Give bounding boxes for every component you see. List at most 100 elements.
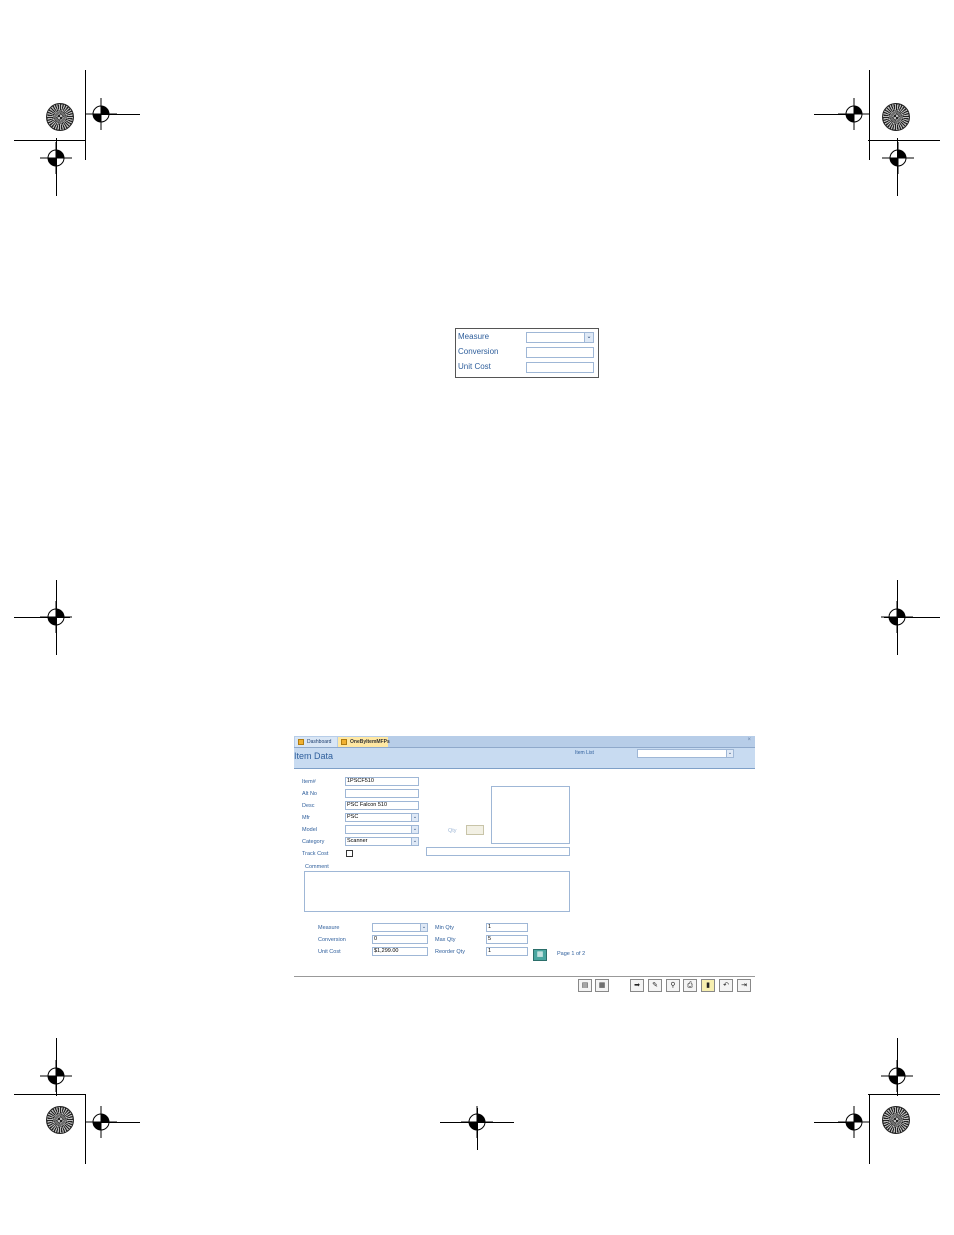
tab-label: Dashboard [307, 739, 332, 745]
item-list-dropdown[interactable]: ⌄ [637, 749, 734, 758]
toolbar-divider [294, 976, 755, 977]
qty-label: Qty [448, 828, 457, 834]
qty-field[interactable] [466, 825, 484, 835]
new-record-icon: ▤ [581, 982, 589, 989]
crop-mark [14, 140, 86, 141]
measure-callout-panel: Measure ⌄ Conversion Unit Cost [455, 328, 599, 378]
desc-label: Desc [302, 803, 315, 809]
starburst-mark-icon [46, 1106, 74, 1134]
exit-icon: ⇥ [741, 982, 747, 989]
mfr-label: Mfr [302, 815, 310, 821]
chevron-down-icon[interactable]: ⌄ [411, 826, 418, 833]
item-image-frame [491, 786, 570, 844]
chevron-down-icon[interactable]: ⌄ [411, 814, 418, 821]
registration-target-icon [881, 601, 913, 633]
delete-button[interactable]: ▮ [701, 979, 715, 992]
alt-no-label: Alt No [302, 791, 317, 797]
registration-target-icon [40, 1060, 72, 1092]
track-cost-label: Track Cost [302, 851, 329, 857]
close-icon[interactable]: × [747, 737, 751, 743]
tab-label: OneByItemMFPs [350, 739, 390, 745]
chevron-down-icon[interactable]: ⌄ [726, 750, 733, 757]
desc-field[interactable]: PSC Falcon 510 [345, 801, 419, 810]
unit-cost-field[interactable]: $1,299.00 [372, 947, 428, 956]
registration-target-icon [881, 1060, 913, 1092]
crop-mark [868, 140, 940, 141]
category-dropdown[interactable]: Scanner ⌄ [345, 837, 419, 846]
chevron-down-icon[interactable]: ⌄ [411, 838, 418, 845]
form-icon [341, 739, 347, 745]
mfr-dropdown[interactable]: PSC ⌄ [345, 813, 419, 822]
starburst-mark-icon [46, 103, 74, 131]
item-list-label: Item List [575, 750, 594, 756]
mfr-value: PSC [347, 814, 359, 820]
comment-textarea[interactable] [304, 871, 570, 912]
callout-conversion-field[interactable] [526, 347, 594, 358]
callout-unit-cost-field[interactable] [526, 362, 594, 373]
conversion-label: Conversion [318, 937, 346, 943]
alt-no-field[interactable] [345, 789, 419, 798]
callout-measure-label: Measure [458, 332, 490, 341]
registration-target-icon [882, 142, 914, 174]
crop-mark [100, 114, 140, 115]
search-icon: ⚲ [670, 982, 676, 989]
next-record-icon: ➡ [634, 982, 640, 989]
form-icon [298, 739, 304, 745]
form-header: Item Data Item List ⌄ [294, 748, 755, 769]
conversion-field[interactable]: 0 [372, 935, 428, 944]
crop-mark [14, 1094, 86, 1095]
crop-mark [100, 1122, 140, 1123]
chevron-down-icon[interactable]: ⌄ [584, 333, 593, 342]
calendar-button[interactable]: ▦ [595, 979, 609, 992]
model-dropdown[interactable]: ⌄ [345, 825, 419, 834]
reorder-qty-field[interactable]: 1 [486, 947, 528, 956]
print-icon: ⎙ [687, 982, 693, 989]
page-title: Item Data [294, 751, 334, 761]
callout-measure-dropdown[interactable]: ⌄ [526, 332, 594, 343]
registration-target-icon [461, 1106, 493, 1138]
track-cost-note-field[interactable] [426, 847, 570, 856]
model-label: Model [302, 827, 317, 833]
comment-label: Comment [305, 864, 329, 870]
track-cost-checkbox[interactable] [346, 850, 353, 857]
category-value: Scanner [347, 838, 368, 844]
registration-target-icon [40, 601, 72, 633]
measure-label: Measure [318, 925, 340, 931]
calendar-icon: ▦ [598, 982, 606, 989]
min-qty-label: Min Qty [435, 925, 454, 931]
undo-button[interactable]: ↶ [719, 979, 733, 992]
min-qty-field[interactable]: 1 [486, 923, 528, 932]
starburst-mark-icon [882, 1106, 910, 1134]
callout-unit-cost-label: Unit Cost [458, 362, 491, 371]
callout-conversion-label: Conversion [458, 347, 499, 356]
measure-dropdown[interactable]: ⌄ [372, 923, 428, 932]
tab-dashboard[interactable]: Dashboard [295, 737, 337, 747]
calculator-icon: ▦ [536, 951, 544, 958]
starburst-mark-icon [882, 103, 910, 131]
crop-mark [814, 1122, 854, 1123]
item-data-window: Dashboard OneByItemMFPs × Item Data Item… [294, 736, 755, 996]
page-indicator: Page 1 of 2 [557, 951, 586, 957]
new-record-button[interactable]: ▤ [578, 979, 592, 992]
reorder-qty-label: Reorder Qty [435, 949, 465, 955]
item-no-label: Item# [302, 779, 316, 785]
crop-mark [868, 1094, 940, 1095]
document-tab-strip: Dashboard OneByItemMFPs × [294, 736, 755, 748]
search-button[interactable]: ⚲ [666, 979, 680, 992]
chevron-down-icon[interactable]: ⌄ [420, 924, 427, 931]
tab-item-form[interactable]: OneByItemMFPs [338, 737, 390, 747]
max-qty-field[interactable]: 5 [486, 935, 528, 944]
item-no-field[interactable]: 1PSCF510 [345, 777, 419, 786]
edit-record-icon: ✎ [652, 982, 658, 989]
unit-cost-label: Unit Cost [318, 949, 341, 955]
edit-record-button[interactable]: ✎ [648, 979, 662, 992]
undo-icon: ↶ [723, 982, 729, 989]
category-label: Category [302, 839, 325, 845]
exit-button[interactable]: ⇥ [737, 979, 751, 992]
next-record-button[interactable]: ➡ [630, 979, 644, 992]
registration-target-icon [40, 142, 72, 174]
delete-icon: ▮ [706, 982, 710, 989]
calculator-button[interactable]: ▦ [533, 949, 547, 961]
print-button[interactable]: ⎙ [683, 979, 697, 992]
max-qty-label: Max Qty [435, 937, 456, 943]
